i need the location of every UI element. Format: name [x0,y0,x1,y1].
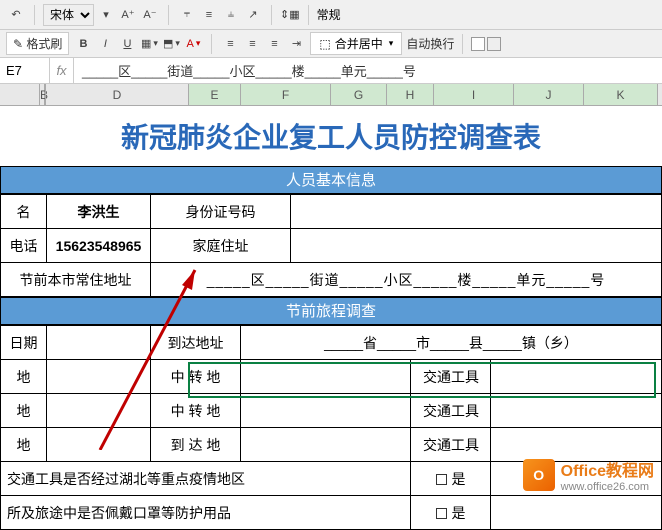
percent-button[interactable] [487,37,501,51]
col-header-g[interactable]: G [331,84,387,105]
cell-arrive-label[interactable]: 到达地址 [151,326,241,360]
format-painter-button[interactable]: ✎ 格式刷 [6,32,69,55]
font-color-button[interactable]: A▾ [183,34,203,54]
sheet-title[interactable]: 新冠肺炎企业复工人员防控调查表 [0,106,662,166]
checkbox-icon [436,474,447,485]
cell-trans-value[interactable] [491,360,662,394]
indent-increase-icon[interactable]: ⇥ [286,34,306,54]
col-header-j[interactable]: J [514,84,584,105]
decrease-font-icon[interactable]: A⁻ [140,5,160,25]
cell-phone-label[interactable]: 电话 [1,229,47,263]
underline-button[interactable]: U [117,34,137,54]
row-height-icon[interactable]: ⇕▦ [280,8,300,21]
auto-wrap-button[interactable]: 自动换行 [406,35,454,52]
watermark-logo-icon: O [523,459,555,491]
cell-arr-label[interactable]: 地 [1,428,47,462]
cell-addr-label[interactable]: 节前本市常住地址 [1,263,151,297]
section-header-travel[interactable]: 节前旅程调查 [0,297,662,325]
cell-dep-label[interactable]: 地 [1,360,47,394]
ribbon-row-1: ↶ 宋体 ▾ A⁺ A⁻ ⫧ ≡ ⫨ ↗ ⇕▦ 常规 [0,0,662,30]
cell-trans-value2[interactable] [491,394,662,428]
align-center-icon[interactable]: ≡ [242,34,262,54]
align-middle-icon[interactable]: ≡ [199,5,219,25]
cell-date-label[interactable]: 日期 [1,326,47,360]
cell-addr-value[interactable]: _____区_____街道_____小区_____楼_____单元_____号 [151,263,662,297]
align-bottom-icon[interactable]: ⫨ [221,5,241,25]
align-right-icon[interactable]: ≡ [264,34,284,54]
checkbox-icon [436,508,447,519]
ribbon-row-2: ✎ 格式刷 B I U ▦▾ ⬒▾ A▾ ≡ ≡ ≡ ⇥ ⬚ 合并居中 ▾ 自动… [0,30,662,58]
bold-button[interactable]: B [73,34,93,54]
fx-button[interactable]: fx [50,58,74,83]
cell-arr-value2[interactable] [241,428,411,462]
col-header-h[interactable]: H [387,84,434,105]
orientation-icon[interactable]: ↗ [243,5,263,25]
cell-home-value[interactable] [291,229,662,263]
table-row: 节前本市常住地址 _____区_____街道_____小区_____楼_____… [1,263,662,297]
align-left-icon[interactable]: ≡ [220,34,240,54]
table-row: 电话 15623548965 家庭住址 [1,229,662,263]
cell-home-label[interactable]: 家庭住址 [151,229,291,263]
table-row: 地 中 转 地 交通工具 [1,360,662,394]
cell-trans-label3[interactable]: 交通工具 [411,428,491,462]
cell-date-value[interactable] [47,326,151,360]
cell-phone-value[interactable]: 15623548965 [47,229,151,263]
table-row: 名 李洪生 身份证号码 [1,195,662,229]
undo-icon[interactable]: ↶ [6,5,26,25]
fill-color-button[interactable]: ⬒▾ [161,34,181,54]
cell-mid2-value[interactable] [241,394,411,428]
cell-dep-value[interactable] [47,360,151,394]
cell-mid-value2[interactable] [47,394,151,428]
cell-arr-value[interactable] [47,428,151,462]
col-header-d[interactable]: D [46,84,189,105]
watermark-url: www.office26.com [561,481,654,493]
table-row: 日期 到达地址 _____省_____市_____县_____镇（乡） [1,326,662,360]
cell-mid-label2[interactable]: 地 [1,394,47,428]
formula-input[interactable]: _____区_____街道_____小区_____楼_____单元_____号 [74,58,662,83]
col-header-e[interactable]: E [189,84,241,105]
cell-name-label[interactable]: 名 [1,195,47,229]
select-all-corner[interactable] [0,84,40,105]
col-header-i[interactable]: I [434,84,514,105]
brush-icon: ✎ [13,37,23,51]
cell-id-label[interactable]: 身份证号码 [151,195,291,229]
font-name-select[interactable]: 宋体 [43,4,94,26]
cell-id-value[interactable] [291,195,662,229]
section-header-basic[interactable]: 人员基本信息 [0,166,662,194]
font-size-select[interactable]: ▾ [96,5,116,25]
currency-button[interactable] [471,37,485,51]
name-box[interactable]: E7 [0,58,50,83]
cell-q1-yes[interactable]: 是 [411,462,491,496]
cell-mid2-label[interactable]: 中 转 地 [151,394,241,428]
cell-q1[interactable]: 交通工具是否经过湖北等重点疫情地区 [1,462,411,496]
italic-button[interactable]: I [95,34,115,54]
border-button[interactable]: ▦▾ [139,34,159,54]
align-top-icon[interactable]: ⫧ [177,5,197,25]
cell-trans-label[interactable]: 交通工具 [411,360,491,394]
table-row: 地 中 转 地 交通工具 [1,394,662,428]
cell-arrive-value[interactable]: _____省_____市_____县_____镇（乡） [241,326,662,360]
formula-bar: E7 fx _____区_____街道_____小区_____楼_____单元_… [0,58,662,84]
cell-name-value[interactable]: 李洪生 [47,195,151,229]
number-format-label: 常规 [317,6,341,23]
cell-arr-label2[interactable]: 到 达 地 [151,428,241,462]
watermark: O Office教程网 www.office26.com [523,457,654,493]
col-header-k[interactable]: K [584,84,658,105]
cell-mid-value[interactable] [241,360,411,394]
watermark-title: Office教程网 [561,457,654,481]
col-header-f[interactable]: F [241,84,331,105]
increase-font-icon[interactable]: A⁺ [118,5,138,25]
merge-icon: ⬚ [319,37,330,51]
cell-trans-label2[interactable]: 交通工具 [411,394,491,428]
merge-center-button[interactable]: ⬚ 合并居中 ▾ [310,32,402,55]
cell-mid-label[interactable]: 中 转 地 [151,360,241,394]
column-headers: B D E F G H I J K [0,84,662,106]
